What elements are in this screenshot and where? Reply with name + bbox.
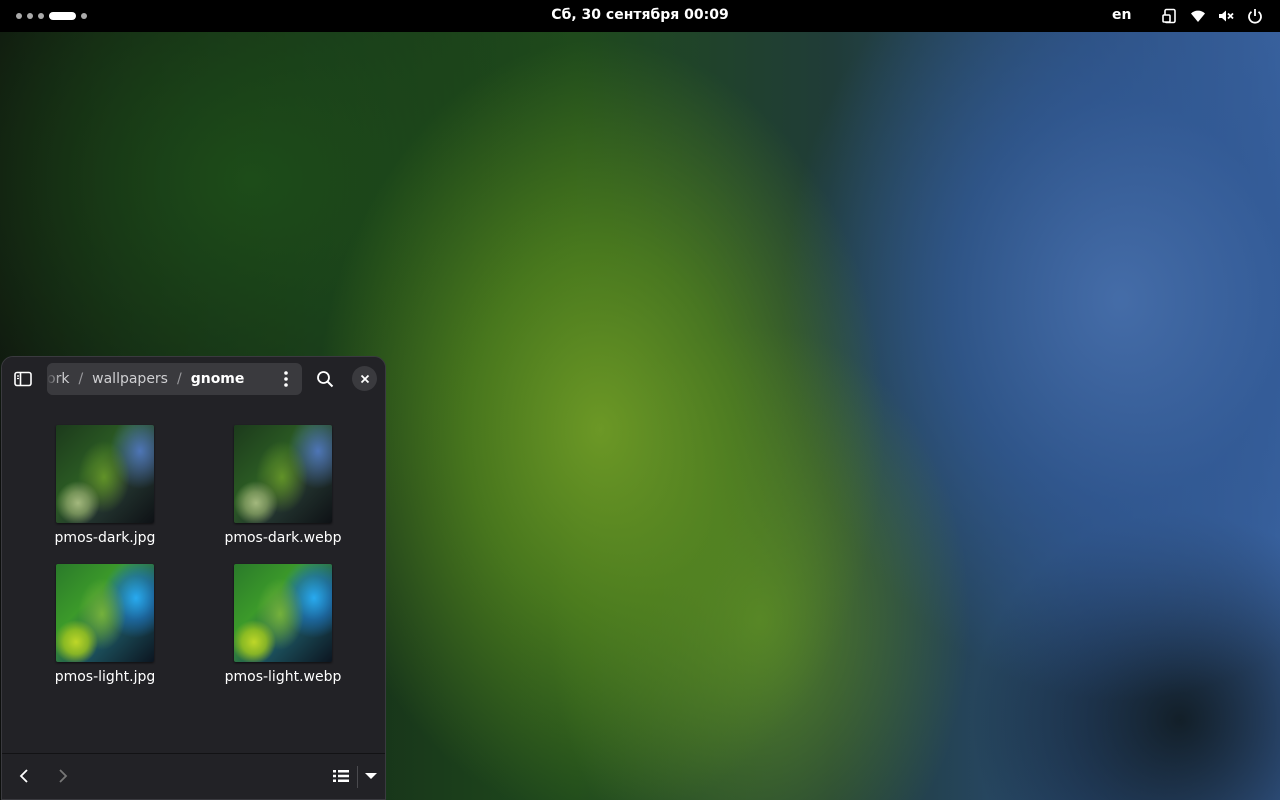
clock[interactable]: Сб, 30 сентября 00:09	[0, 7, 1280, 23]
path-separator: /	[78, 371, 84, 387]
more-options-icon[interactable]	[276, 369, 296, 389]
top-bar: Сб, 30 сентября 00:09 en	[0, 0, 1280, 32]
file-item[interactable]: pmos-dark.webp	[203, 425, 363, 546]
volume-muted-icon[interactable]	[1218, 8, 1234, 24]
file-name: pmos-dark.webp	[224, 530, 342, 546]
file-chooser-window: ork / wallpapers / gnome pmos-dark.jpg p…	[1, 356, 386, 800]
header-bar: ork / wallpapers / gnome	[2, 357, 385, 401]
chevron-down-icon	[365, 773, 377, 779]
back-button[interactable]	[14, 766, 34, 786]
file-name: pmos-light.jpg	[54, 669, 156, 685]
path-overflow-fade	[47, 363, 61, 395]
path-segment-gnome[interactable]: gnome	[191, 371, 245, 387]
power-icon[interactable]	[1247, 8, 1263, 24]
footer-bar	[2, 753, 385, 799]
file-thumbnail	[234, 425, 332, 523]
close-icon	[360, 374, 369, 383]
file-thumbnail	[234, 564, 332, 662]
close-button[interactable]	[352, 366, 377, 391]
screen-rotation-icon[interactable]	[1162, 8, 1178, 24]
file-name: pmos-dark.jpg	[54, 530, 156, 546]
path-bar[interactable]: ork / wallpapers / gnome	[47, 363, 302, 395]
chevron-left-icon	[19, 769, 28, 783]
file-item[interactable]: pmos-light.webp	[203, 564, 363, 685]
file-name: pmos-light.webp	[224, 669, 342, 685]
chevron-right-icon	[59, 769, 68, 783]
path-separator: /	[176, 371, 182, 387]
search-icon[interactable]	[314, 368, 336, 390]
sidebar-toggle-icon[interactable]	[12, 369, 34, 389]
keyboard-layout-indicator[interactable]: en	[1112, 7, 1131, 23]
file-thumbnail	[56, 564, 154, 662]
list-view-icon[interactable]	[331, 766, 351, 786]
view-options-dropdown[interactable]	[361, 766, 381, 786]
file-thumbnail	[56, 425, 154, 523]
path-segment-wallpapers[interactable]: wallpapers	[92, 371, 168, 387]
file-item[interactable]: pmos-light.jpg	[25, 564, 185, 685]
file-item[interactable]: pmos-dark.jpg	[25, 425, 185, 546]
wifi-icon[interactable]	[1190, 8, 1206, 24]
forward-button[interactable]	[53, 766, 73, 786]
split-button-divider	[357, 766, 358, 788]
